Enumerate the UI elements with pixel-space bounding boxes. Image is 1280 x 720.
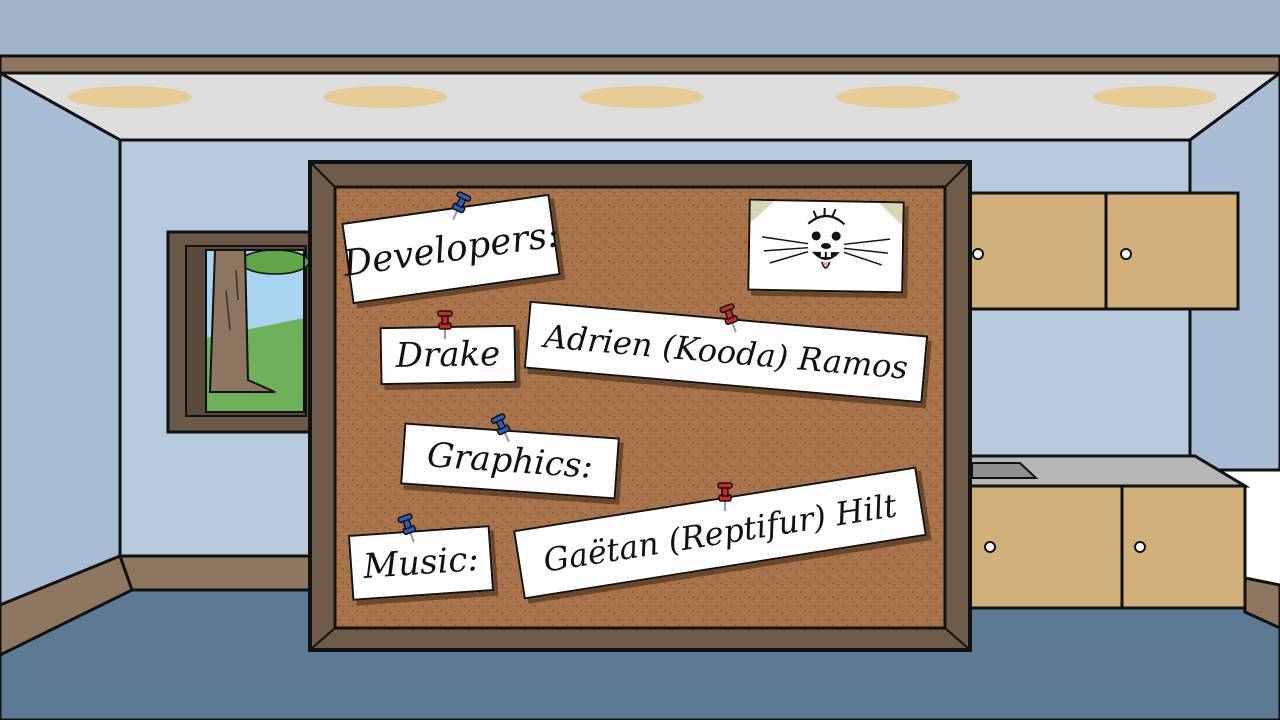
beaver-face-icon: [750, 200, 903, 269]
red-pushpin-icon: [717, 482, 733, 511]
red-pushpin-icon: [437, 310, 453, 339]
upper-cabinets: [966, 191, 1240, 311]
music-heading: Music:: [361, 539, 481, 587]
developers-heading: Developers:: [340, 213, 562, 285]
lower-cabinets: [966, 454, 1251, 610]
mascot-picture-note: [747, 198, 905, 294]
graphics-heading: Graphics:: [425, 435, 595, 487]
window: [166, 230, 320, 434]
developer-1-name: Drake: [395, 334, 501, 376]
